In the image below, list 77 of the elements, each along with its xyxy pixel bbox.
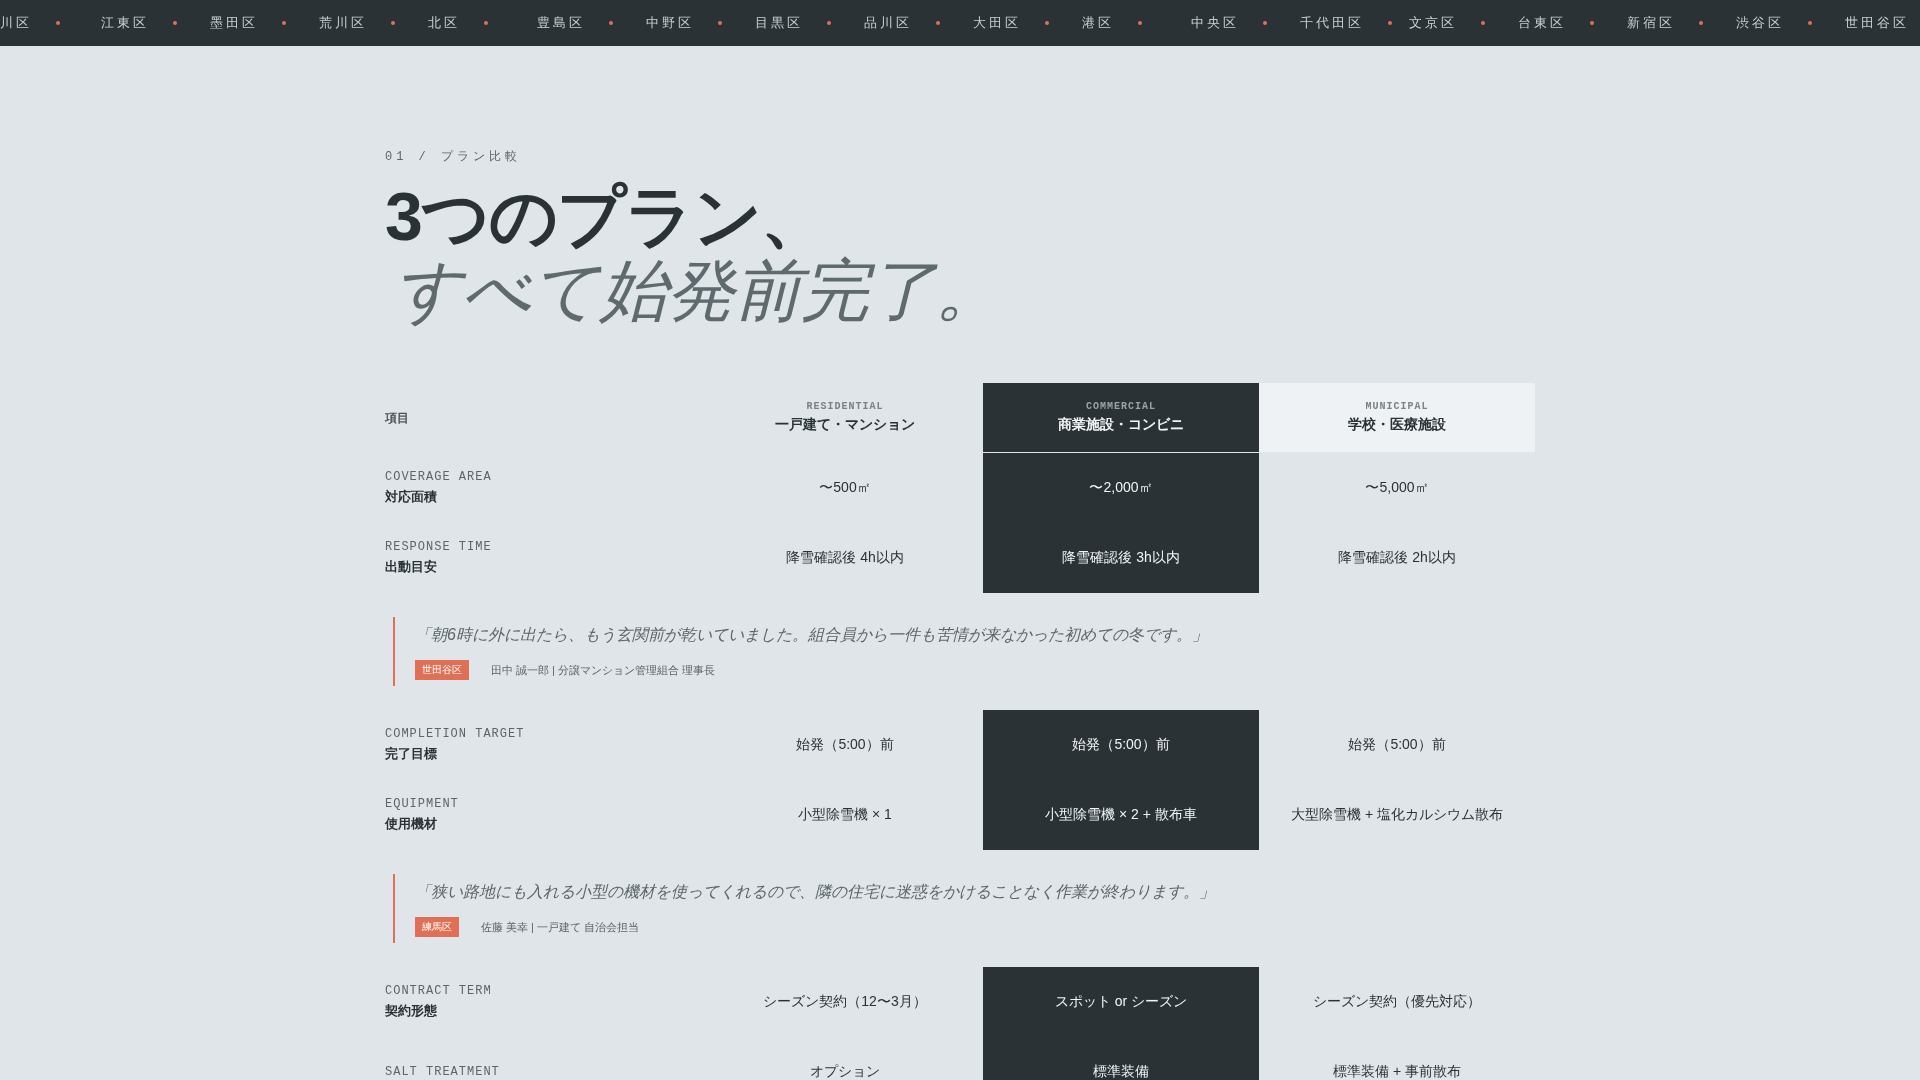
row-label: 対応面積	[385, 488, 437, 506]
dot-icon	[1590, 21, 1594, 25]
row-label: 完了目標	[385, 745, 437, 763]
table-cell-text: 〜500㎡	[818, 478, 872, 497]
district-name: 北区	[428, 14, 460, 32]
plan-header: COMMERCIAL 商業施設・コンビニ	[983, 383, 1259, 452]
column-header: 項目	[385, 409, 409, 427]
row-label-en: COMPLETION TARGET	[385, 727, 525, 741]
district-name: 文京区	[1409, 14, 1457, 32]
section-label: 01 / プラン比較	[385, 149, 522, 165]
page-title: 3つのプラン、	[385, 179, 828, 253]
district-name: 江東区	[101, 14, 149, 32]
district-name: 新宿区	[1627, 14, 1675, 32]
dot-icon	[1138, 21, 1142, 25]
table-cell: 小型除雪機 × 2 + 散布車	[983, 780, 1259, 850]
dot-icon	[827, 21, 831, 25]
table-cell: 始発（5:00）前	[983, 710, 1259, 780]
table-cell-text: 始発（5:00）前	[795, 735, 895, 754]
table-cell-text: 始発（5:00）前	[1347, 735, 1447, 754]
table-cell-text: シーズン契約（12〜3月）	[762, 992, 928, 1011]
table-cell-text: 大型除雪機 + 塩化カルシウム散布	[1290, 805, 1504, 824]
row-label-en: COVERAGE AREA	[385, 470, 492, 484]
dot-icon	[1045, 21, 1049, 25]
district-name: 豊島区	[537, 14, 585, 32]
dot-icon	[1263, 21, 1267, 25]
dot-icon	[484, 21, 488, 25]
dot-icon	[609, 21, 613, 25]
area-tag: 世田谷区	[415, 660, 469, 680]
dot-icon	[936, 21, 940, 25]
row-label-en: EQUIPMENT	[385, 797, 459, 811]
table-cell-text: シーズン契約（優先対応）	[1312, 992, 1482, 1011]
dot-icon	[391, 21, 395, 25]
table-cell: スポット or シーズン	[983, 967, 1259, 1037]
dot-icon	[282, 21, 286, 25]
table-cell: 〜2,000㎡	[983, 453, 1259, 523]
row-label-en: CONTRACT TERM	[385, 984, 492, 998]
district-name: 大田区	[973, 14, 1021, 32]
district-name: 荒川区	[319, 14, 367, 32]
table-cell: 降雪確認後 3h以内	[983, 523, 1259, 593]
dot-icon	[1808, 21, 1812, 25]
district-name: 千代田区	[1300, 14, 1364, 32]
dot-icon	[56, 21, 60, 25]
table-cell-text: 降雪確認後 4h以内	[785, 548, 905, 567]
table-cell-text: オプション	[809, 1062, 881, 1080]
table-cell-text: 小型除雪機 × 1	[797, 805, 893, 824]
district-name: 港区	[1082, 14, 1114, 32]
row-label: 契約形態	[385, 1002, 437, 1020]
dot-icon	[1699, 21, 1703, 25]
page-subtitle: すべて始発前完了。	[393, 253, 1003, 327]
table-cell-text: 標準装備 + 事前散布	[1332, 1062, 1462, 1080]
quote-author: 佐藤 美幸 | 一戸建て 自治会担当	[481, 919, 640, 935]
area-tag: 練馬区	[415, 917, 459, 937]
district-name: 墨田区	[210, 14, 258, 32]
district-name: 中央区	[1191, 14, 1239, 32]
plan-header: RESIDENTIAL 一戸建て・マンション	[774, 400, 916, 434]
district-name: 品川区	[864, 14, 912, 32]
dot-icon	[173, 21, 177, 25]
quote-text: 「狭い路地にも入れる小型の機材を使ってくれるので、隣の住宅に迷惑をかけることなく作業が終わります。」	[415, 882, 1216, 902]
quote-text: 「朝6時に外に出たら、もう玄関前が乾いていました。組合員から一件も苦情が来なかった初めての冬です。」	[415, 625, 1209, 645]
row-label: 使用機材	[385, 815, 437, 833]
row-label: 出動目安	[385, 558, 437, 576]
table-cell-text: 降雪確認後 2h以内	[1337, 548, 1457, 567]
dot-icon	[1388, 21, 1392, 25]
district-name: 世田谷区	[1845, 14, 1909, 32]
district-name: 中野区	[646, 14, 694, 32]
quote-author: 田中 誠一郎 | 分譲マンション管理組合 理事長	[491, 662, 716, 678]
row-label-en: SALT TREATMENT	[385, 1065, 500, 1079]
table-cell: 標準装備	[983, 1037, 1259, 1080]
district-name: 目黒区	[755, 14, 803, 32]
row-label-en: RESPONSE TIME	[385, 540, 492, 554]
table-cell-text: 〜5,000㎡	[1364, 478, 1430, 497]
district-name: 渋谷区	[1736, 14, 1784, 32]
plan-header: MUNICIPAL 学校・医療施設	[1259, 383, 1535, 452]
district-name: 川区	[0, 14, 32, 32]
dot-icon	[718, 21, 722, 25]
dot-icon	[1481, 21, 1485, 25]
district-name: 台東区	[1518, 14, 1566, 32]
